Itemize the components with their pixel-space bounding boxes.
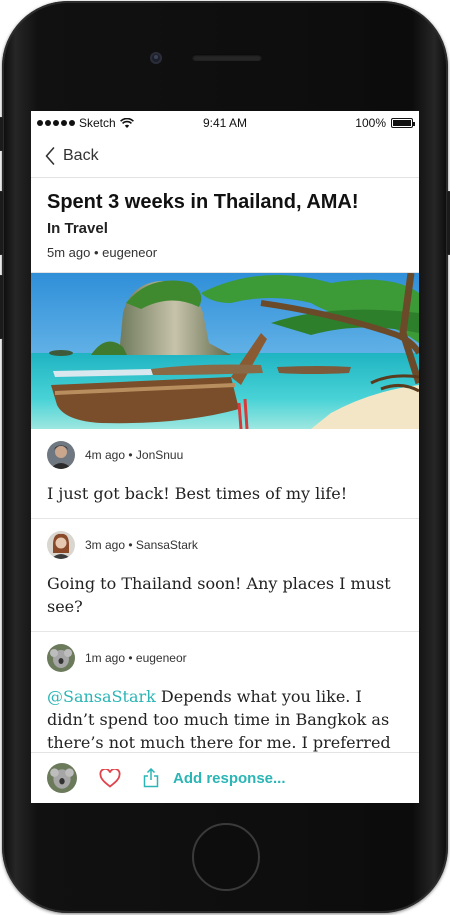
response-bar: Add response... bbox=[31, 752, 419, 803]
comment-header: 3m ago • SansaStark bbox=[47, 530, 403, 560]
front-camera bbox=[150, 52, 162, 64]
screen: Sketch 9:41 AM 100% Back Spent 3 weeks i… bbox=[31, 111, 419, 803]
share-icon[interactable] bbox=[143, 768, 159, 788]
post-meta: 5m ago • eugeneor bbox=[47, 245, 158, 260]
earpiece-speaker bbox=[192, 54, 262, 61]
battery-icon bbox=[391, 118, 415, 128]
nav-bar: Back bbox=[31, 135, 419, 178]
comment-item: 4m ago • JonSnuu I just got back! Best t… bbox=[31, 429, 419, 519]
battery-percent: 100% bbox=[355, 116, 386, 130]
status-bar: Sketch 9:41 AM 100% bbox=[31, 111, 419, 135]
avatar[interactable] bbox=[47, 441, 75, 469]
back-button[interactable]: Back bbox=[63, 147, 99, 165]
comment-text: I just got back! Best times of my life! bbox=[47, 484, 348, 503]
chevron-left-icon[interactable] bbox=[45, 147, 55, 165]
volume-up-button bbox=[0, 191, 3, 255]
hero-image bbox=[31, 273, 419, 429]
comment-header: 4m ago • JonSnuu bbox=[47, 440, 403, 470]
comment-text: Going to Thailand soon! Any places I mus… bbox=[47, 574, 391, 616]
avatar[interactable] bbox=[47, 531, 75, 559]
comment-meta: 4m ago • JonSnuu bbox=[85, 448, 184, 462]
mute-switch bbox=[0, 117, 3, 151]
post-category[interactable]: In Travel bbox=[47, 220, 403, 237]
avatar[interactable] bbox=[47, 763, 77, 793]
comment-meta: 3m ago • SansaStark bbox=[85, 538, 198, 552]
battery-group: 100% bbox=[355, 116, 415, 130]
home-button[interactable] bbox=[192, 823, 260, 891]
add-response-button[interactable]: Add response... bbox=[173, 770, 286, 787]
comment-meta: 1m ago • eugeneor bbox=[85, 651, 187, 665]
post-title: Spent 3 weeks in Thailand, AMA! bbox=[47, 191, 359, 213]
comment-item: 3m ago • SansaStark Going to Thailand so… bbox=[31, 519, 419, 632]
thailand-beach-photo bbox=[31, 273, 419, 429]
avatar[interactable] bbox=[47, 644, 75, 672]
volume-down-button bbox=[0, 275, 3, 339]
heart-icon[interactable] bbox=[99, 768, 121, 788]
comment-header: 1m ago • eugeneor bbox=[47, 643, 403, 673]
mention-link[interactable]: @SansaStark bbox=[47, 687, 156, 706]
post-header: Spent 3 weeks in Thailand, AMA! In Trave… bbox=[31, 178, 419, 273]
